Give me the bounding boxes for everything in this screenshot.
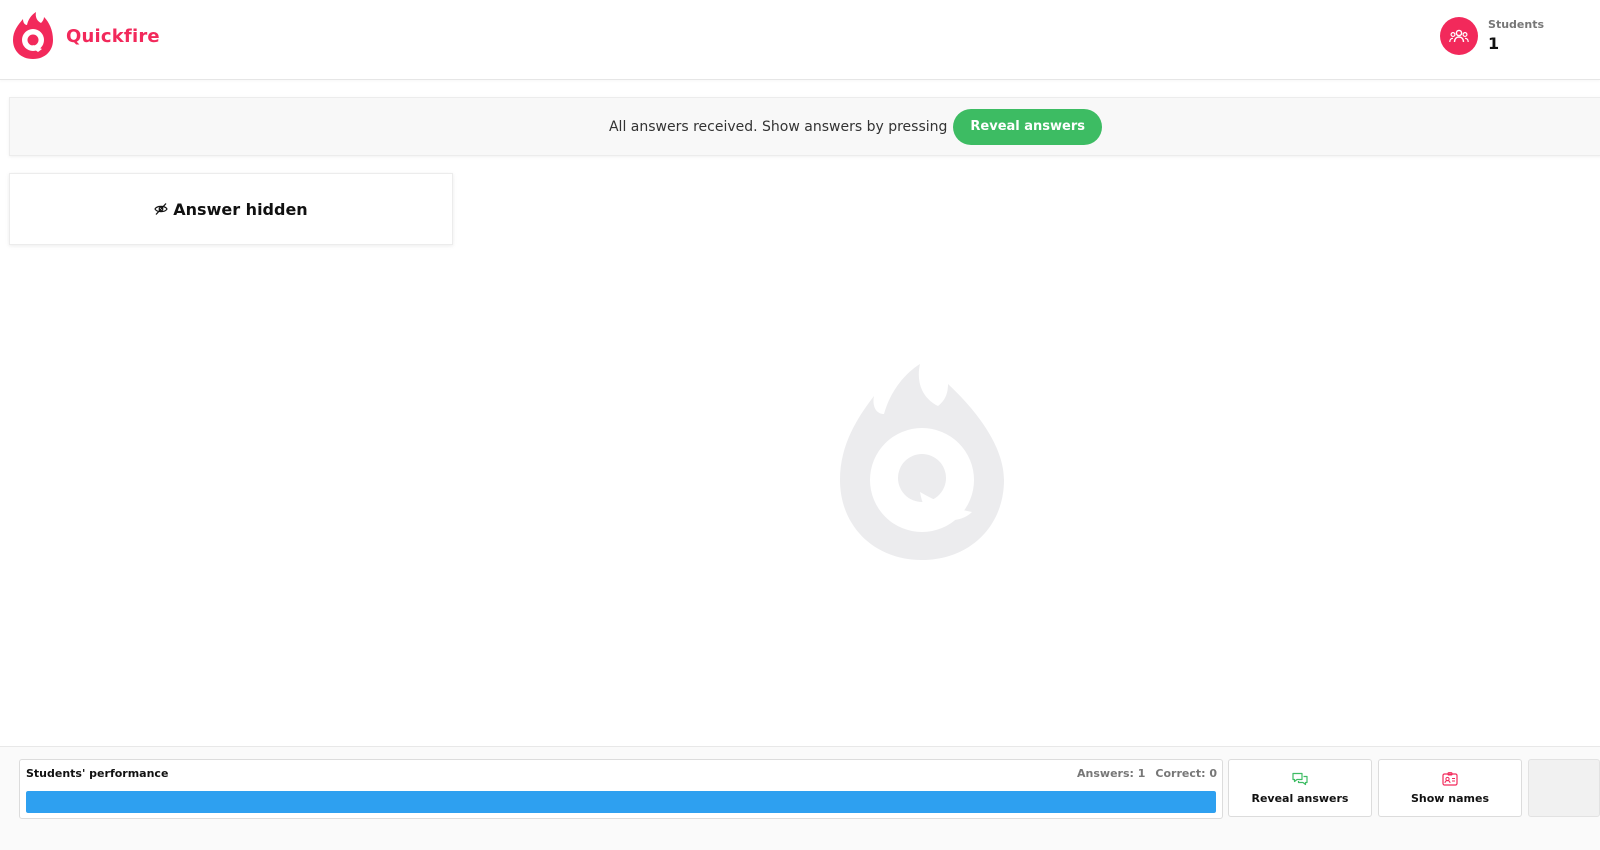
answer-hidden-label: Answer hidden — [173, 199, 308, 219]
more-actions-button[interactable] — [1528, 759, 1600, 817]
quickfire-watermark-icon — [840, 364, 1004, 560]
answers-count: Answers: 1 — [1077, 767, 1146, 780]
performance-progress-bar — [26, 791, 1216, 813]
performance-progress-fill — [26, 791, 1216, 813]
reveal-answers-button[interactable]: Reveal answers — [953, 108, 1103, 145]
students-indicator[interactable]: Students 1 — [1440, 17, 1544, 55]
reveal-answers-action-label: Reveal answers — [1251, 791, 1349, 805]
students-performance-panel: Students' performance Answers: 1 Correct:… — [19, 759, 1223, 819]
correct-count: Correct: 0 — [1155, 767, 1217, 780]
students-count: 1 — [1488, 34, 1500, 54]
performance-stats: Answers: 1 Correct: 0 — [1077, 767, 1217, 780]
quickfire-logo-icon — [13, 12, 53, 59]
reveal-answers-action-button[interactable]: Reveal answers — [1228, 759, 1372, 817]
bottom-toolbar: Students' performance Answers: 1 Correct:… — [0, 746, 1600, 850]
app-name: Quickfire — [66, 25, 160, 47]
show-names-button[interactable]: Show names — [1378, 759, 1522, 817]
answers-received-banner: All answers received. Show answers by pr… — [9, 97, 1600, 156]
chat-bubbles-icon — [1292, 772, 1308, 785]
group-icon — [1440, 17, 1479, 55]
banner-message: All answers received. Show answers by pr… — [608, 118, 948, 135]
brand[interactable]: Quickfire — [12, 12, 160, 60]
id-card-icon — [1442, 771, 1458, 786]
eye-slash-icon — [154, 203, 168, 215]
show-names-label: Show names — [1410, 791, 1490, 805]
top-bar: Quickfire Students 1 — [0, 0, 1600, 80]
answer-card[interactable]: Answer hidden — [9, 173, 453, 245]
performance-title: Students' performance — [26, 767, 169, 780]
students-label: Students — [1488, 18, 1544, 32]
